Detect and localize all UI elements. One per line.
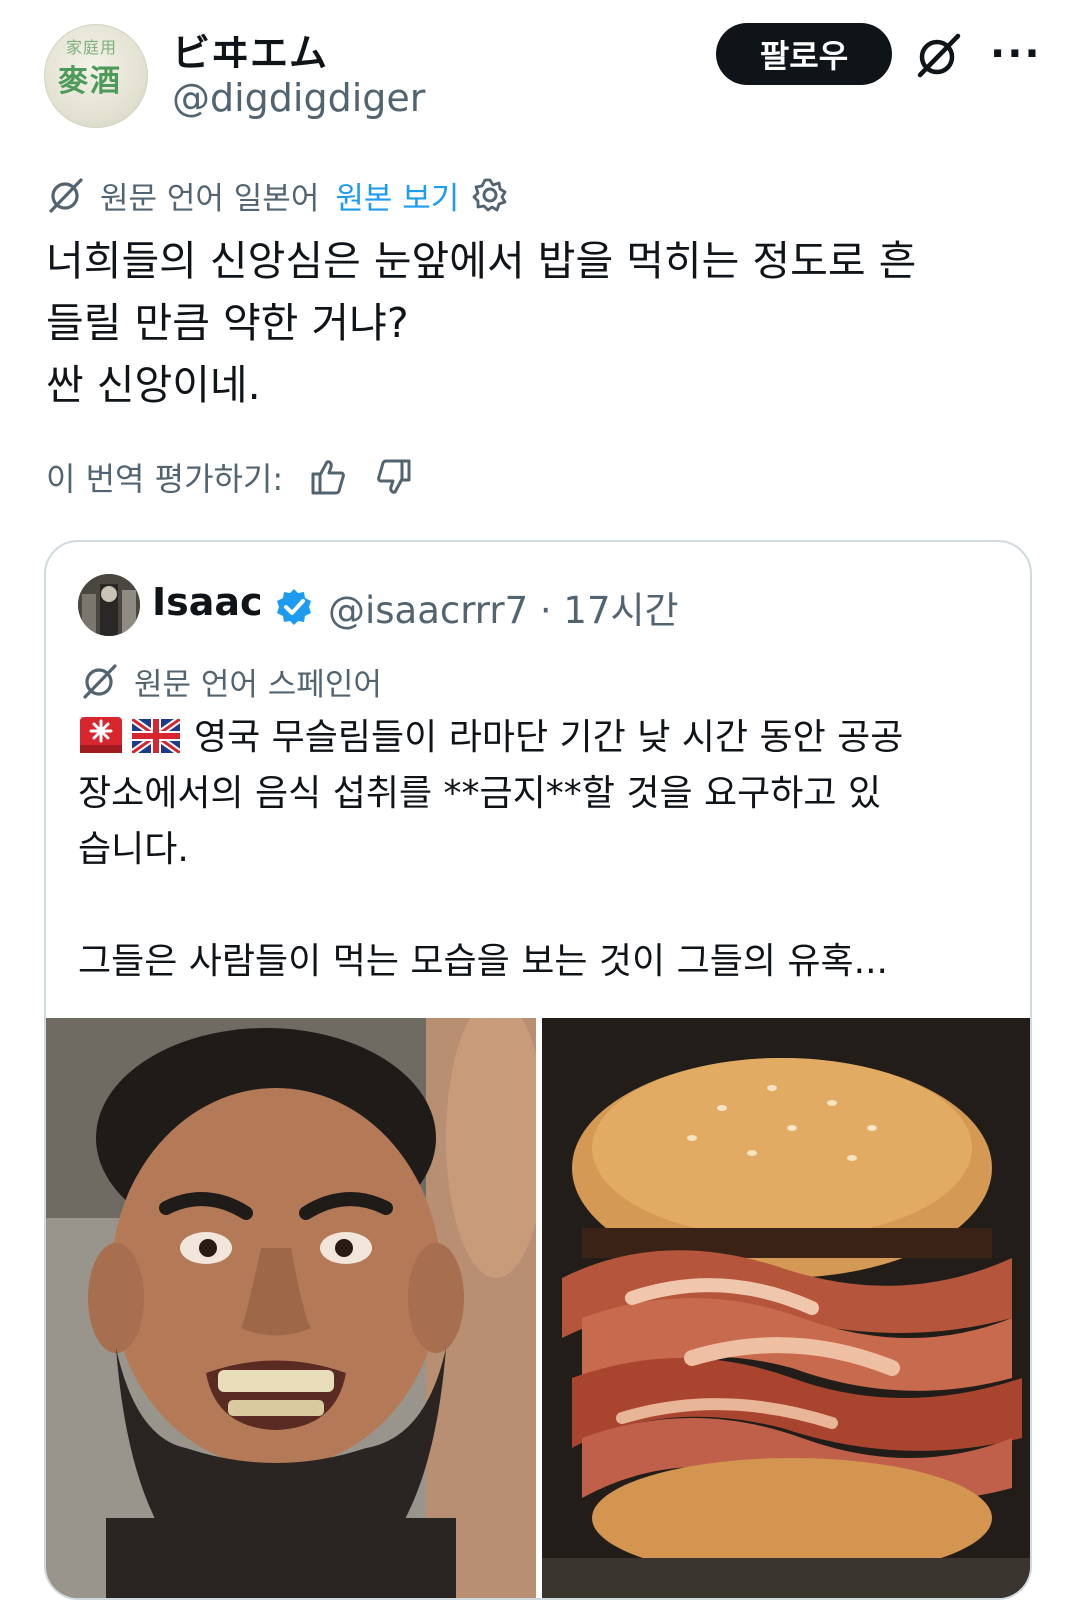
- author-display-name[interactable]: ビヰエム: [172, 22, 328, 77]
- quote-author-avatar[interactable]: [78, 574, 140, 636]
- quote-line: 그들은 사람들이 먹는 모습을 보는 것이 그들의 유혹...: [78, 941, 888, 982]
- follow-button[interactable]: 팔로우: [716, 23, 892, 85]
- quote-author-name[interactable]: Isaac: [152, 580, 263, 624]
- thumbs-down-icon[interactable]: [373, 456, 415, 498]
- siren-emoji-icon: [80, 717, 122, 753]
- quote-translation-notice: 원문 언어 스페인어: [80, 658, 382, 704]
- quoted-tweet-card[interactable]: Isaac @isaacrrr7 · 17시간 원문 언어 스페인어 영국 무슬…: [44, 540, 1032, 1600]
- show-original-link[interactable]: 원본 보기: [335, 173, 459, 218]
- quote-text: 영국 무슬림들이 라마단 기간 낮 시간 동안 공공 장소에서의 음식 섭취를 …: [78, 710, 1018, 990]
- translation-rating: 이 번역 평가하기:: [46, 452, 415, 502]
- rating-label: 이 번역 평가하기:: [46, 460, 284, 498]
- more-icon[interactable]: ···: [990, 34, 1042, 74]
- gear-icon[interactable]: [471, 176, 509, 214]
- grok-icon[interactable]: [914, 30, 964, 80]
- quote-line: 영국 무슬림들이 라마단 기간 낮 시간 동안 공공: [78, 710, 1018, 766]
- thumbs-up-icon[interactable]: [307, 456, 349, 498]
- quote-line: [78, 878, 1018, 934]
- avatar-text-top: 家庭用: [66, 38, 118, 57]
- verified-badge-icon: [277, 589, 311, 625]
- quote-line-text: 영국 무슬림들이 라마단 기간 낮 시간 동안 공공: [194, 717, 904, 758]
- quote-image-man[interactable]: [46, 1018, 536, 1598]
- quote-translation-label: 원문 언어 스페인어: [134, 666, 382, 703]
- tweet-line: 너희들의 신앙심은 눈앞에서 밥을 먹히는 정도로 흔: [46, 237, 917, 285]
- tweet-text: 너희들의 신앙심은 눈앞에서 밥을 먹히는 정도로 흔 들릴 만큼 약한 거냐?…: [46, 230, 1046, 416]
- tweet-line: 들릴 만큼 약한 거냐?: [46, 299, 409, 347]
- translation-notice: 원문 언어 일본어 원본 보기: [46, 172, 509, 218]
- avatar-text-main: 麥酒: [58, 64, 122, 99]
- tweet-line: 싼 신앙이네.: [46, 361, 261, 409]
- author-avatar[interactable]: 家庭用 麥酒: [44, 24, 148, 128]
- author-handle[interactable]: @digdigdiger: [172, 76, 425, 120]
- uk-flag-icon: [132, 719, 180, 753]
- grok-translate-icon: [49, 178, 83, 213]
- quote-image-burger[interactable]: [542, 1018, 1030, 1598]
- grok-translate-icon: [83, 664, 117, 699]
- quote-line: 습니다.: [78, 829, 189, 870]
- quote-line: 장소에서의 음식 섭취를 **금지**할 것을 요구하고 있: [78, 773, 882, 814]
- translation-source-label: 원문 언어 일본어: [100, 180, 320, 217]
- quote-handle-time: @isaacrrr7 · 17시간: [328, 589, 679, 632]
